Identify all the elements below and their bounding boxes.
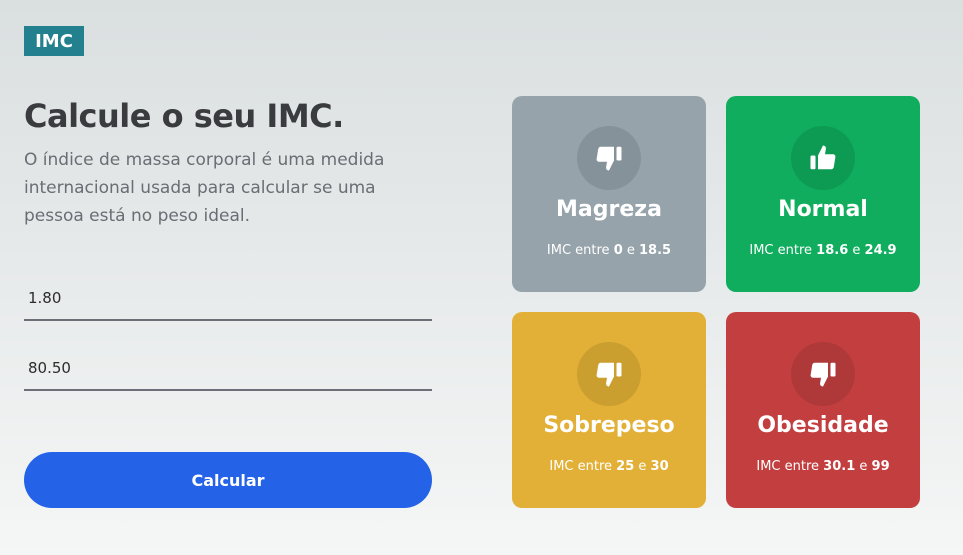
calculate-button[interactable]: Calcular <box>24 452 432 508</box>
card-title: Normal <box>778 197 868 222</box>
card-range: IMC entre 25 e 30 <box>549 459 669 474</box>
card-range: IMC entre 0 e 18.5 <box>546 243 672 258</box>
card-title: Sobrepeso <box>543 413 675 438</box>
thumbs-down-icon <box>577 342 641 406</box>
page-description: O índice de massa corporal é uma medida … <box>24 150 385 226</box>
thumbs-up-icon <box>791 126 855 190</box>
card-range: IMC entre 30.1 e 99 <box>756 459 890 474</box>
hero-section: Calcule o seu IMC. O índice de massa cor… <box>24 96 432 230</box>
card-obesidade: Obesidade IMC entre 30.1 e 99 <box>726 312 920 508</box>
card-title: Magreza <box>556 197 662 222</box>
card-range: IMC entre 18.6 e 24.9 <box>749 243 897 258</box>
card-sobrepeso: Sobrepeso IMC entre 25 e 30 <box>512 312 706 508</box>
card-magreza: Magreza IMC entre 0 e 18.5 <box>512 96 706 292</box>
card-title: Obesidade <box>757 413 889 438</box>
height-input[interactable] <box>24 277 432 321</box>
thumbs-down-icon <box>791 342 855 406</box>
page-title: Calcule o seu IMC. <box>24 97 344 135</box>
weight-input[interactable] <box>24 347 432 391</box>
thumbs-down-icon <box>577 126 641 190</box>
logo[interactable]: IMC <box>24 26 84 56</box>
card-normal: Normal IMC entre 18.6 e 24.9 <box>726 96 920 292</box>
